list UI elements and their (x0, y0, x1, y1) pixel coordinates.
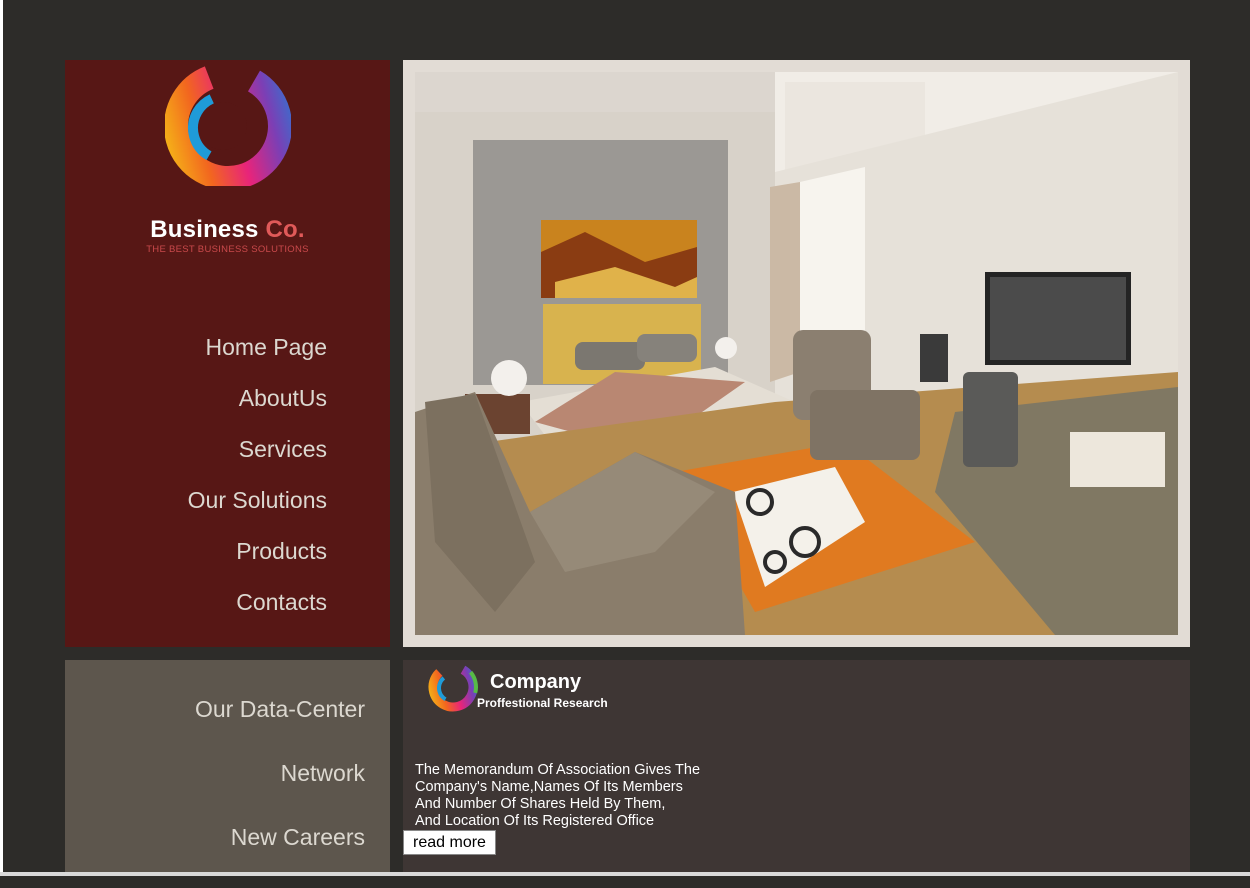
nav-item-about-us[interactable]: AboutUs (188, 383, 327, 434)
nav-item-products[interactable]: Products (188, 536, 327, 587)
swirl-logo-icon (165, 62, 291, 186)
main-nav: Home Page AboutUs Services Our Solutions… (188, 332, 327, 638)
company-title: Company (490, 671, 582, 693)
company-subtitle: Proffestional Research (477, 696, 608, 710)
brand-name: Business Co. (65, 216, 390, 244)
company-text-line: Company's Name,Names Of Its Members (415, 779, 683, 795)
nav-item-home-page[interactable]: Home Page (188, 332, 327, 383)
bedroom-interior-photo (415, 72, 1178, 635)
brand-name-accent: Co. (265, 216, 305, 243)
nav-item-our-solutions[interactable]: Our Solutions (188, 485, 327, 536)
company-description: The Memorandum Of Association Gives The … (415, 762, 745, 830)
company-text-line: And Number Of Shares Held By Them, (415, 796, 666, 812)
brand-name-main: Business (150, 216, 259, 243)
secondary-nav: Our Data-Center Network New Careers (195, 696, 365, 888)
sidebar-secondary: Our Data-Center Network New Careers (65, 660, 390, 872)
nav-item-contacts[interactable]: Contacts (188, 587, 327, 638)
window-edge (0, 0, 3, 876)
company-panel: Company Proffestional Research The Memor… (403, 660, 1190, 872)
nav-item-services[interactable]: Services (188, 434, 327, 485)
nav-item-network[interactable]: Network (195, 760, 365, 824)
window-bottom-edge (0, 872, 1250, 876)
company-text-line: The Memorandum Of Association Gives The (415, 762, 701, 778)
company-text-line: And Location Of Its Registered Office (415, 813, 655, 829)
nav-item-new-careers[interactable]: New Careers (195, 824, 365, 888)
read-more-button[interactable]: read more (403, 830, 496, 855)
swirl-logo-small-icon (428, 662, 478, 712)
hero-frame (403, 60, 1190, 647)
nav-item-our-data-center[interactable]: Our Data-Center (195, 696, 365, 760)
sidebar-main: Business Co. THE BEST BUSINESS SOLUTIONS… (65, 60, 390, 647)
brand-tagline: THE BEST BUSINESS SOLUTIONS (146, 244, 309, 255)
